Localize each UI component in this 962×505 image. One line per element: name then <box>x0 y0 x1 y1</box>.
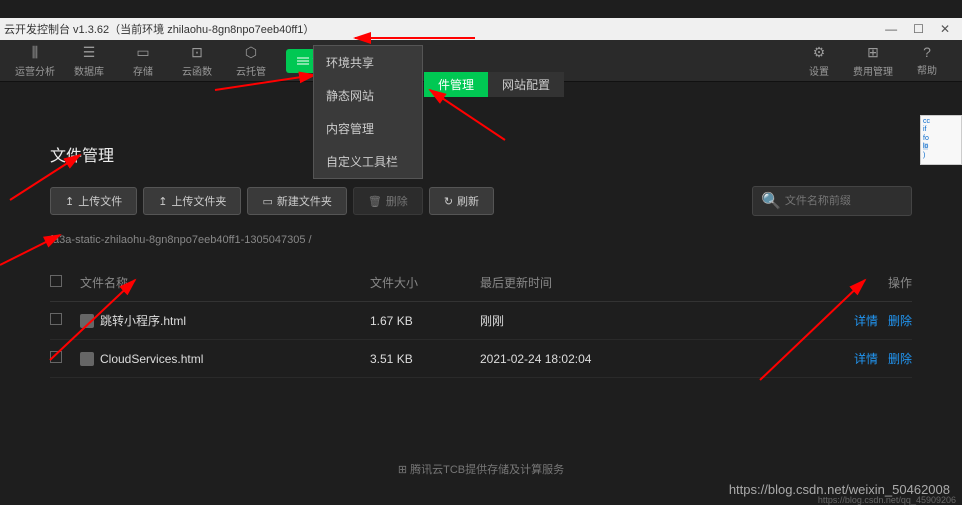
row-checkbox[interactable] <box>50 313 62 325</box>
dropdown-static-site[interactable]: 静态网站 <box>314 79 422 112</box>
toolbar-storage[interactable]: ▭存储 <box>116 42 170 80</box>
toolbar-settings[interactable]: ⚙设置 <box>792 42 846 80</box>
header-actions: 操作 <box>832 274 912 291</box>
window-controls: — ☐ ✕ <box>885 22 958 36</box>
table-header: 文件名称 文件大小 最后更新时间 操作 <box>50 264 912 302</box>
toolbar-billing[interactable]: ⊞费用管理 <box>846 42 900 80</box>
watermark-small: https://blog.csdn.net/qq_45909206 <box>818 495 956 505</box>
close-button[interactable]: ✕ <box>940 22 950 36</box>
function-icon: ⊡ <box>191 44 203 61</box>
file-time: 2021-02-24 18:02:04 <box>480 352 832 366</box>
refresh-button[interactable]: ↻刷新 <box>429 187 494 215</box>
refresh-icon: ↻ <box>444 195 453 208</box>
toolbar-functions[interactable]: ⊡云函数 <box>170 42 224 80</box>
more-dropdown-menu: 环境共享 静态网站 内容管理 自定义工具栏 <box>313 45 423 179</box>
file-table: 文件名称 文件大小 最后更新时间 操作 跳转小程序.html 1.67 KB 刚… <box>50 264 912 378</box>
trash-icon: 🗑 <box>368 195 382 208</box>
search-box[interactable]: 🔍 <box>752 186 912 216</box>
code-snippet-overlay: cciffolo) <box>920 115 962 165</box>
billing-icon: ⊞ <box>867 44 879 61</box>
search-input[interactable] <box>785 195 927 207</box>
file-name: 跳转小程序.html <box>100 312 186 329</box>
gear-icon: ⚙ <box>813 44 826 61</box>
maximize-button[interactable]: ☐ <box>913 22 924 36</box>
file-size: 1.67 KB <box>370 314 480 328</box>
file-time: 刚刚 <box>480 312 832 329</box>
header-size: 文件大小 <box>370 274 480 291</box>
folder-icon: ▭ <box>262 195 272 208</box>
page-tabs: 件管理 网站配置 <box>424 72 564 97</box>
upload-icon: ↥ <box>65 195 74 208</box>
delete-button[interactable]: 🗑删除 <box>353 187 423 215</box>
tab-site-config[interactable]: 网站配置 <box>488 72 564 97</box>
titlebar: 云开发控制台 v1.3.62（当前环境 zhilaohu-8gn8npo7eeb… <box>0 18 962 40</box>
header-name: 文件名称 <box>80 274 370 291</box>
upload-folder-button[interactable]: ↥上传文件夹 <box>143 187 241 215</box>
delete-link[interactable]: 删除 <box>888 312 912 329</box>
help-icon: ? <box>923 44 931 60</box>
search-icon: 🔍 <box>761 191 781 211</box>
storage-icon: ▭ <box>136 44 149 61</box>
row-checkbox[interactable] <box>50 351 62 363</box>
dropdown-custom-toolbar[interactable]: 自定义工具栏 <box>314 145 422 178</box>
toolbar-analytics[interactable]: ⫼运营分析 <box>8 42 62 80</box>
detail-link[interactable]: 详情 <box>854 312 878 329</box>
tab-file-mgmt[interactable]: 件管理 <box>424 72 488 97</box>
file-size: 3.51 KB <box>370 352 480 366</box>
window-title: 云开发控制台 v1.3.62（当前环境 zhilaohu-8gn8npo7eeb… <box>4 21 885 37</box>
cube-icon: ⬡ <box>245 44 257 61</box>
database-icon: ☰ <box>83 44 96 61</box>
upload-file-button[interactable]: ↥上传文件 <box>50 187 137 215</box>
table-row[interactable]: CloudServices.html 3.51 KB 2021-02-24 18… <box>50 340 912 378</box>
toolbar-hosting[interactable]: ⬡云托管 <box>224 42 278 80</box>
chart-icon: ⫼ <box>32 44 38 61</box>
toolbar-help[interactable]: ?帮助 <box>900 42 954 80</box>
file-icon <box>80 314 94 328</box>
footer-text: ⊞ 腾讯云TCB提供存储及计算服务 <box>0 461 962 477</box>
detail-link[interactable]: 详情 <box>854 350 878 367</box>
header-time: 最后更新时间 <box>480 274 832 291</box>
delete-link[interactable]: 删除 <box>888 350 912 367</box>
action-button-row: ↥上传文件 ↥上传文件夹 ▭新建文件夹 🗑删除 ↻刷新 🔍 <box>50 186 912 216</box>
page-title: 文件管理 <box>50 142 912 166</box>
upload-icon: ↥ <box>158 195 167 208</box>
minimize-button[interactable]: — <box>885 22 897 36</box>
dropdown-env-share[interactable]: 环境共享 <box>314 46 422 79</box>
toolbar-database[interactable]: ☰数据库 <box>62 42 116 80</box>
select-all-checkbox[interactable] <box>50 275 62 287</box>
table-row[interactable]: 跳转小程序.html 1.67 KB 刚刚 详情删除 <box>50 302 912 340</box>
file-name: CloudServices.html <box>100 352 203 366</box>
dropdown-content-mgmt[interactable]: 内容管理 <box>314 112 422 145</box>
new-folder-button[interactable]: ▭新建文件夹 <box>247 187 346 215</box>
breadcrumb[interactable]: fa3a-static-zhilaohu-8gn8npo7eeb40ff1-13… <box>50 234 912 246</box>
file-icon <box>80 352 94 366</box>
